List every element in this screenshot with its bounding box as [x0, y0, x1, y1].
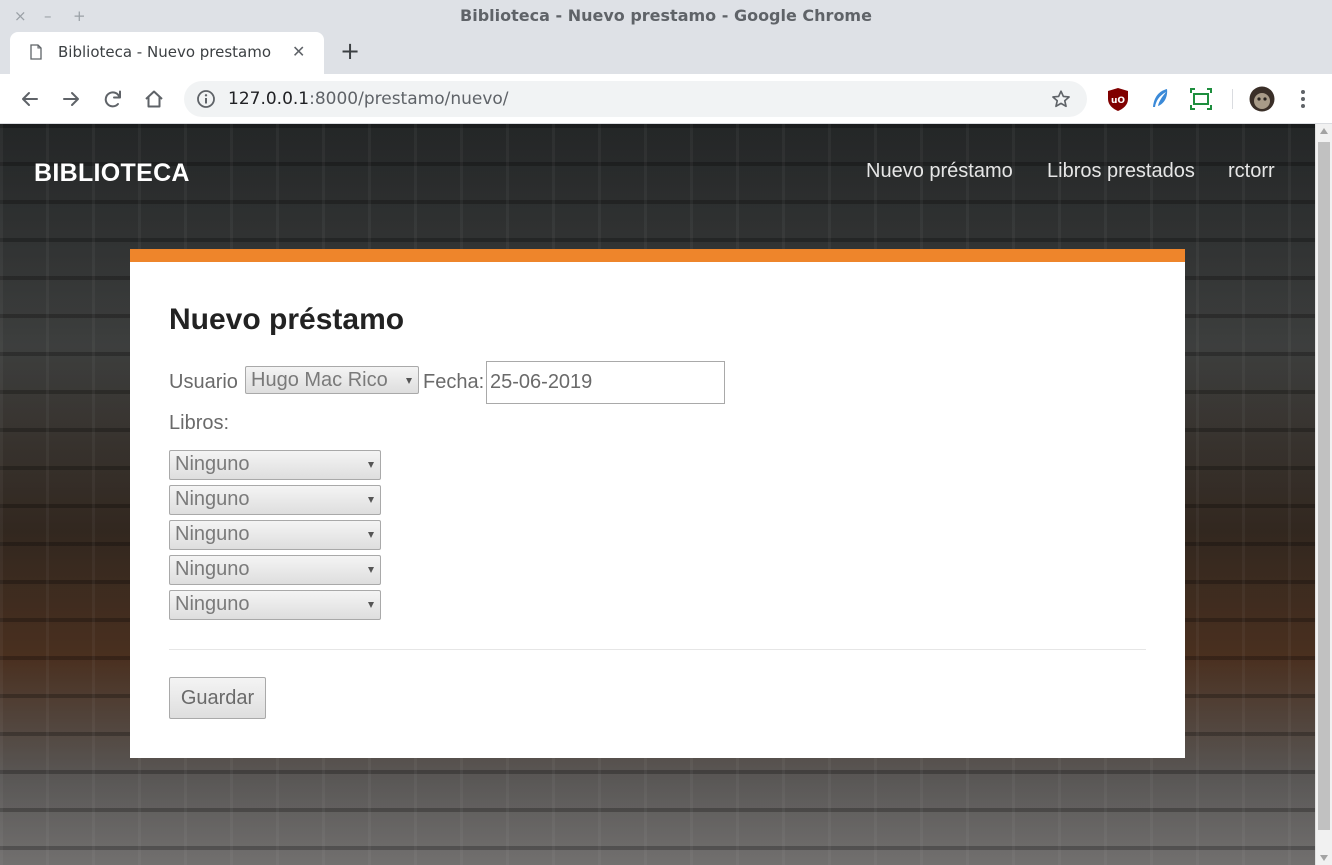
back-arrow-icon[interactable]: [18, 87, 42, 111]
site-brand[interactable]: BIBLIOTECA: [34, 158, 190, 188]
usuario-label: Usuario: [169, 371, 238, 393]
libro-select-5[interactable]: Ninguno: [169, 590, 381, 620]
url-path: :8000/prestamo/nuevo/: [309, 89, 509, 109]
profile-avatar[interactable]: [1249, 86, 1275, 112]
toolbar-separator: [1232, 89, 1233, 109]
libro-select-2[interactable]: Ninguno: [169, 485, 381, 515]
reload-icon[interactable]: [101, 87, 125, 111]
chevron-down-icon: [368, 532, 374, 538]
form-divider: [169, 649, 1146, 650]
libro-select-value: Ninguno: [175, 453, 250, 475]
nav-link-user[interactable]: rctorr: [1228, 158, 1275, 184]
usuario-select-value: Hugo Mac Rico: [251, 369, 388, 391]
chevron-down-icon: [368, 567, 374, 573]
scroll-down-icon[interactable]: [1320, 855, 1328, 861]
home-icon[interactable]: [142, 87, 166, 111]
fecha-label: Fecha:: [423, 371, 485, 393]
tab-title: Biblioteca - Nuevo prestamo: [58, 43, 272, 61]
document-icon: [30, 44, 42, 60]
tab-close-icon[interactable]: ✕: [292, 42, 305, 62]
feather-icon[interactable]: [1147, 86, 1173, 112]
info-icon[interactable]: [196, 89, 216, 109]
libro-select-value: Ninguno: [175, 523, 250, 545]
libro-select-value: Ninguno: [175, 593, 250, 615]
chevron-down-icon: [406, 378, 412, 384]
browser-toolbar: 127.0.0.1:8000/prestamo/nuevo/ uO: [0, 74, 1332, 124]
ublock-icon[interactable]: uO: [1105, 86, 1131, 112]
chevron-down-icon: [368, 497, 374, 503]
screenshot-icon[interactable]: [1188, 86, 1214, 112]
libro-select-value: Ninguno: [175, 488, 250, 510]
page-viewport: BIBLIOTECA Nuevo préstamo Libros prestad…: [0, 124, 1315, 865]
fecha-input[interactable]: 25-06-2019: [486, 361, 725, 404]
usuario-select[interactable]: Hugo Mac Rico: [245, 366, 419, 394]
page-scrollbar[interactable]: [1315, 124, 1332, 865]
save-button[interactable]: Guardar: [169, 677, 266, 719]
libros-label: Libros:: [169, 412, 230, 434]
url-host: 127.0.0.1: [228, 89, 310, 109]
url-text[interactable]: 127.0.0.1:8000/prestamo/nuevo/: [228, 88, 509, 110]
window-titlebar: × – + Biblioteca - Nuevo prestamo - Goog…: [0, 0, 1332, 32]
forward-arrow-icon[interactable]: [59, 87, 83, 111]
tab-strip: Biblioteca - Nuevo prestamo ✕: [0, 32, 1332, 74]
address-bar[interactable]: 127.0.0.1:8000/prestamo/nuevo/: [184, 81, 1087, 117]
libro-select-value: Ninguno: [175, 558, 250, 580]
new-tab-button[interactable]: +: [340, 38, 360, 64]
menu-dots-icon[interactable]: [1290, 86, 1316, 112]
nav-link-libros-prestados[interactable]: Libros prestados: [1047, 158, 1195, 184]
libro-select-4[interactable]: Ninguno: [169, 555, 381, 585]
page-title: Nuevo préstamo: [169, 303, 405, 336]
chevron-down-icon: [368, 602, 374, 608]
tab-active[interactable]: Biblioteca - Nuevo prestamo ✕: [10, 32, 324, 74]
libro-select-3[interactable]: Ninguno: [169, 520, 381, 550]
star-icon[interactable]: [1050, 88, 1072, 110]
scrollbar-thumb[interactable]: [1318, 142, 1330, 830]
libro-select-1[interactable]: Ninguno: [169, 450, 381, 480]
nav-link-nuevo-prestamo[interactable]: Nuevo préstamo: [866, 158, 1013, 184]
window-title: Biblioteca - Nuevo prestamo - Google Chr…: [460, 6, 872, 25]
loan-form-card: Nuevo préstamo Usuario Hugo Mac Rico Fec…: [130, 249, 1185, 758]
svg-text:uO: uO: [1111, 96, 1125, 106]
scroll-up-icon[interactable]: [1320, 128, 1328, 134]
chevron-down-icon: [368, 462, 374, 468]
